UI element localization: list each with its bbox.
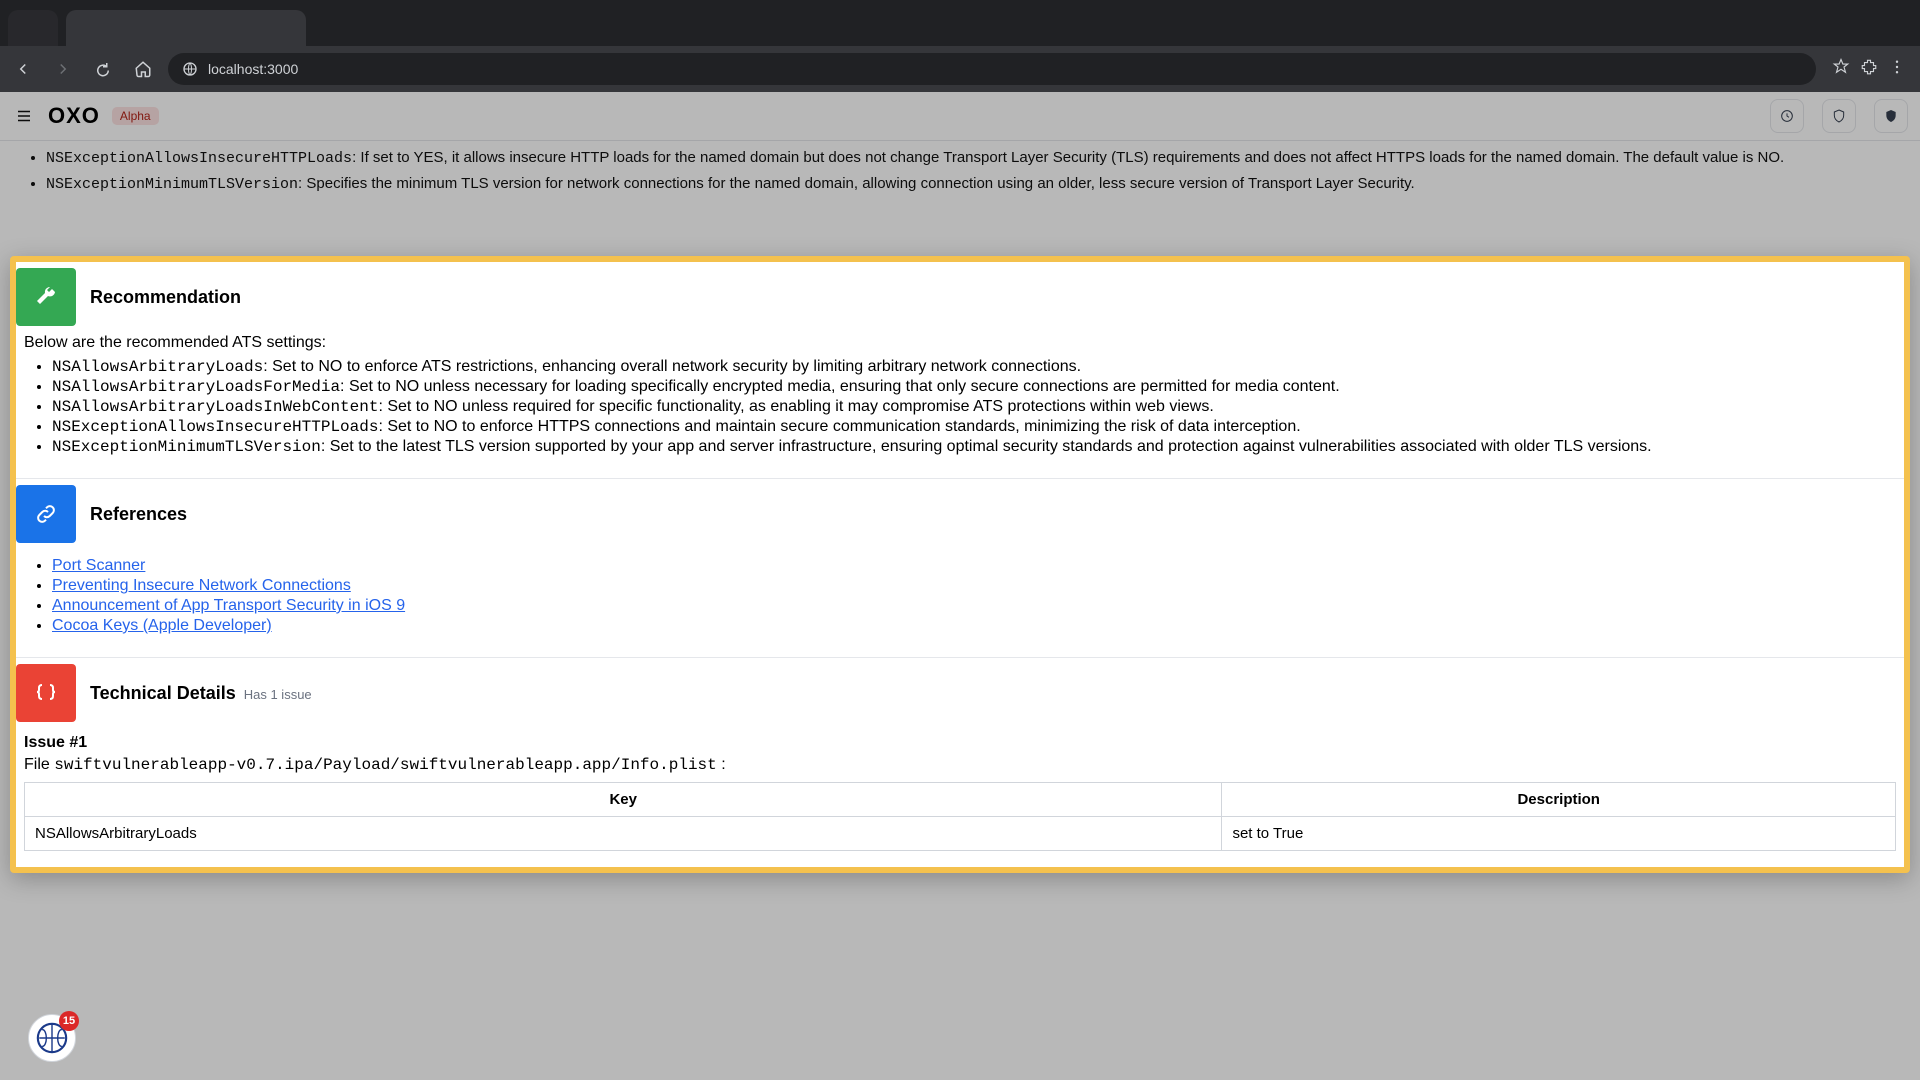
list-item: NSExceptionMinimumTLSVersion: Set to the… (52, 438, 1896, 456)
list-item: Preventing Insecure Network Connections (52, 577, 1896, 595)
technical-table: Key Description NSAllowsArbitraryLoads s… (24, 782, 1896, 851)
extensions-icon[interactable] (1860, 58, 1878, 81)
url-text: localhost:3000 (208, 61, 298, 77)
forward-button[interactable] (48, 54, 78, 84)
issue-label: Issue #1 (24, 734, 1896, 752)
table-header-desc: Description (1222, 783, 1896, 817)
browser-tab-active[interactable] (66, 10, 306, 46)
back-button[interactable] (8, 54, 38, 84)
wrench-icon (16, 268, 76, 326)
references-section: References Port Scanner Preventing Insec… (16, 478, 1904, 657)
detail-panel: Recommendation Below are the recommended… (10, 256, 1910, 873)
table-header-key: Key (25, 783, 1222, 817)
technical-section: Technical DetailsHas 1 issue Issue #1 Fi… (16, 657, 1904, 867)
reload-button[interactable] (88, 54, 118, 84)
technical-title: Technical DetailsHas 1 issue (90, 683, 312, 704)
list-item: Announcement of App Transport Security i… (52, 597, 1896, 615)
address-bar[interactable]: localhost:3000 (168, 53, 1816, 85)
list-item: NSAllowsArbitraryLoadsForMedia: Set to N… (52, 378, 1896, 396)
browser-tabstrip (0, 0, 1920, 46)
references-list: Port Scanner Preventing Insecure Network… (24, 557, 1896, 635)
table-cell-key: NSAllowsArbitraryLoads (25, 817, 1222, 851)
table-cell-desc: set to True (1222, 817, 1896, 851)
assistant-count: 15 (59, 1011, 79, 1031)
recommendation-list: NSAllowsArbitraryLoads: Set to NO to enf… (24, 358, 1896, 456)
table-row: NSAllowsArbitraryLoads set to True (25, 817, 1896, 851)
list-item: NSExceptionAllowsInsecureHTTPLoads: Set … (52, 418, 1896, 436)
home-button[interactable] (128, 54, 158, 84)
list-item: Port Scanner (52, 557, 1896, 575)
reference-link[interactable]: Announcement of App Transport Security i… (52, 597, 405, 614)
reference-link[interactable]: Cocoa Keys (Apple Developer) (52, 617, 272, 634)
browser-toolbar: localhost:3000 (0, 46, 1920, 92)
assistant-fab[interactable]: 15 (28, 1014, 76, 1062)
reference-link[interactable]: Preventing Insecure Network Connections (52, 577, 351, 594)
recommendation-section: Recommendation Below are the recommended… (16, 262, 1904, 478)
references-title: References (90, 504, 187, 525)
technical-subtitle: Has 1 issue (244, 687, 312, 702)
bookmark-icon[interactable] (1832, 58, 1850, 81)
recommendation-intro: Below are the recommended ATS settings: (24, 334, 1896, 352)
code-braces-icon (16, 664, 76, 722)
site-info-icon[interactable] (182, 61, 198, 77)
browser-tab-inactive[interactable] (8, 10, 58, 46)
file-path-line: File swiftvulnerableapp-v0.7.ipa/Payload… (24, 756, 1896, 774)
recommendation-title: Recommendation (90, 287, 241, 308)
link-icon (16, 485, 76, 543)
reference-link[interactable]: Port Scanner (52, 557, 145, 574)
list-item: NSAllowsArbitraryLoads: Set to NO to enf… (52, 358, 1896, 376)
list-item: Cocoa Keys (Apple Developer) (52, 617, 1896, 635)
menu-icon[interactable] (1888, 58, 1906, 81)
list-item: NSAllowsArbitraryLoadsInWebContent: Set … (52, 398, 1896, 416)
